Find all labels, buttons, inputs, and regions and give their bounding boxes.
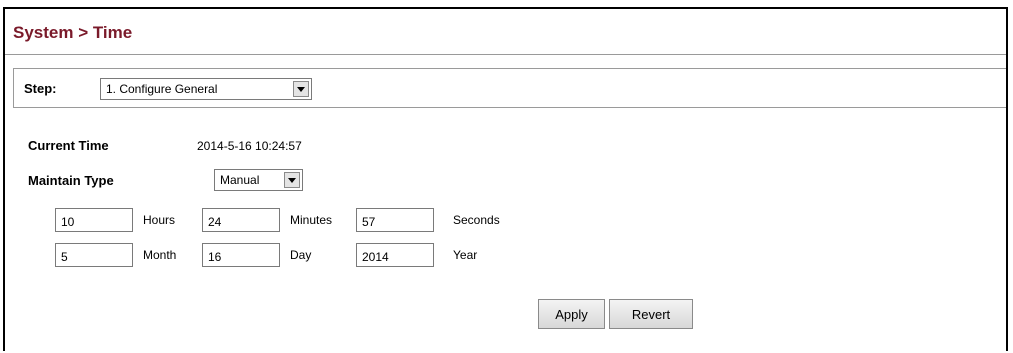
chevron-down-icon[interactable]: [293, 81, 309, 97]
current-time-label: Current Time: [28, 138, 109, 153]
maintain-type-value: Manual: [220, 173, 260, 187]
title-divider: [5, 54, 1006, 55]
step-select-value: 1. Configure General: [106, 82, 218, 96]
apply-button[interactable]: Apply: [538, 299, 605, 329]
day-label: Day: [290, 248, 312, 262]
chevron-down-icon[interactable]: [284, 172, 300, 188]
seconds-label: Seconds: [453, 213, 500, 227]
minutes-input[interactable]: [202, 208, 280, 232]
step-label: Step:: [24, 81, 57, 96]
revert-button[interactable]: Revert: [609, 299, 693, 329]
current-time-value: 2014-5-16 10:24:57: [197, 139, 302, 153]
day-input[interactable]: [202, 243, 280, 267]
hours-label: Hours: [143, 213, 176, 227]
hours-input[interactable]: [55, 208, 133, 232]
year-input[interactable]: [356, 243, 434, 267]
seconds-input[interactable]: [356, 208, 434, 232]
minutes-label: Minutes: [290, 213, 333, 227]
year-label: Year: [453, 248, 478, 262]
step-select[interactable]: 1. Configure General: [100, 78, 312, 100]
main-panel: System > Time Step: 1. Configure General…: [3, 7, 1008, 351]
month-label: Month: [143, 248, 177, 262]
month-input[interactable]: [55, 243, 133, 267]
maintain-type-select[interactable]: Manual: [214, 169, 303, 191]
page-title: System > Time: [13, 23, 133, 42]
step-bar: Step: 1. Configure General: [13, 68, 1006, 108]
maintain-type-label: Maintain Type: [28, 173, 114, 188]
